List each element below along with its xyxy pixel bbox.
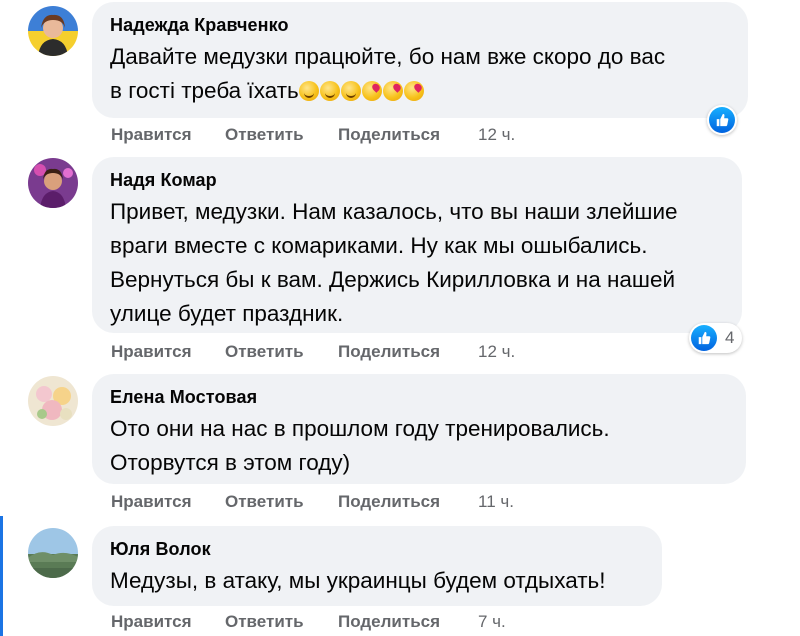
comment-text: Привет, медузки. Нам казалось, что вы на… — [110, 195, 726, 331]
share-button[interactable]: Поделиться — [338, 342, 440, 362]
comment-text: Ото они на нас в прошлом году тренировал… — [110, 412, 730, 480]
kiss-face-emoji-icon — [361, 81, 382, 101]
comment-timestamp[interactable]: 12 ч. — [478, 342, 515, 362]
reply-button[interactable]: Ответить — [225, 492, 304, 512]
comment-text-line: улице будет праздник. — [110, 301, 344, 326]
comment-text-line: в гості треба їхать — [110, 74, 732, 108]
comment-timestamp[interactable]: 7 ч. — [478, 612, 506, 632]
comment-timestamp[interactable]: 12 ч. — [478, 125, 515, 145]
smirk-face-emoji-icon — [298, 81, 319, 101]
comment-bubble: Елена Мостовая Ото они на нас в прошлом … — [92, 374, 746, 484]
avatar[interactable] — [28, 158, 78, 208]
like-button[interactable]: Нравится — [111, 125, 192, 145]
like-button[interactable]: Нравится — [111, 492, 192, 512]
comment-text-line: Ото они на нас в прошлом году тренировал… — [110, 416, 610, 441]
comment-text-line: Медузы, в атаку, мы украинцы будем отдых… — [110, 568, 606, 593]
kiss-face-emoji-icon — [403, 81, 424, 101]
like-button[interactable]: Нравится — [111, 612, 192, 632]
comment-bubble: Юля Волок Медузы, в атаку, мы украинцы б… — [92, 526, 662, 606]
avatar[interactable] — [28, 528, 78, 578]
comment-bubble: Надежда Кравченко Давайте медузки працюй… — [92, 2, 748, 118]
reply-button[interactable]: Ответить — [225, 342, 304, 362]
comment-author[interactable]: Елена Мостовая — [110, 386, 730, 408]
comment-text-line: Привет, медузки. Нам казалось, что вы на… — [110, 199, 678, 224]
kiss-face-emoji-icon — [382, 81, 403, 101]
share-button[interactable]: Поделиться — [338, 612, 440, 632]
reaction-badge[interactable] — [707, 105, 737, 135]
comment-timestamp[interactable]: 11 ч. — [478, 492, 514, 512]
avatar[interactable] — [28, 376, 78, 426]
reply-button[interactable]: Ответить — [225, 612, 304, 632]
reaction-badge[interactable]: 4 — [689, 323, 743, 353]
comment-bubble: Надя Комар Привет, медузки. Нам казалось… — [92, 157, 742, 333]
reaction-count: 4 — [725, 328, 735, 347]
comment-author[interactable]: Надя Комар — [110, 169, 726, 191]
thumbs-up-icon — [691, 325, 717, 351]
comment-text-line: враги вместе с комариками. Ну как мы ошы… — [110, 233, 648, 258]
smirk-face-emoji-icon — [340, 81, 361, 101]
thread-indicator-line — [0, 516, 3, 636]
comment-text-line: Вернуться бы к вам. Держись Кирилловка и… — [110, 267, 676, 292]
comment-text-line: Оторвутся в этом году) — [110, 450, 351, 475]
thumbs-up-icon — [709, 107, 735, 133]
share-button[interactable]: Поделиться — [338, 492, 440, 512]
comment-author[interactable]: Юля Волок — [110, 538, 646, 560]
comment-text-line: Давайте медузки працюйте, бо нам вже ско… — [110, 44, 666, 69]
like-button[interactable]: Нравится — [111, 342, 192, 362]
smirk-face-emoji-icon — [319, 81, 340, 101]
comment-text: Давайте медузки працюйте, бо нам вже ско… — [110, 40, 732, 108]
comment-text: Медузы, в атаку, мы украинцы будем отдых… — [110, 564, 646, 598]
avatar[interactable] — [28, 6, 78, 56]
comment-text-segment: в гості треба їхать — [110, 78, 299, 103]
share-button[interactable]: Поделиться — [338, 125, 440, 145]
comment-author[interactable]: Надежда Кравченко — [110, 14, 732, 36]
reply-button[interactable]: Ответить — [225, 125, 304, 145]
